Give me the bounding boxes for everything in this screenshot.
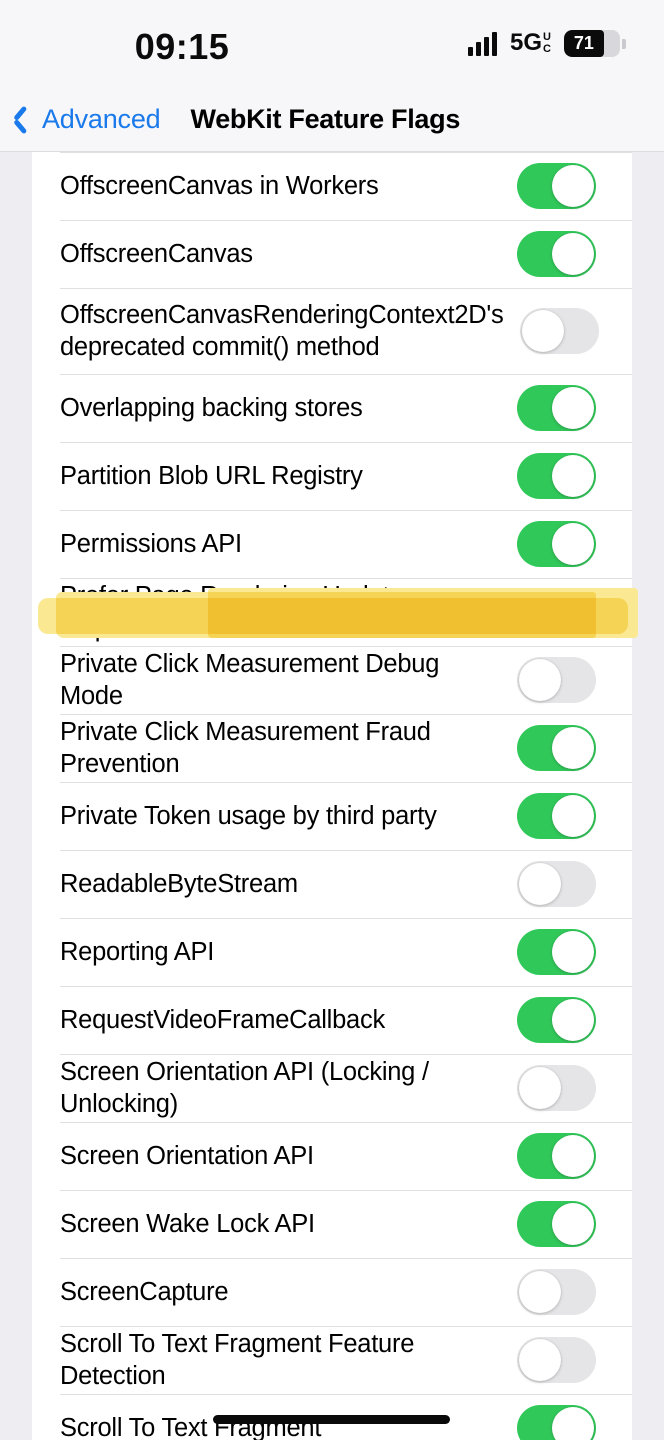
battery-cap (622, 38, 626, 49)
feature-flag-toggle[interactable] (517, 1065, 596, 1111)
feature-flag-row[interactable]: Partition Blob URL Registry (32, 442, 632, 510)
toggle-knob (552, 1407, 594, 1440)
toggle-knob (552, 727, 594, 769)
toggle-knob (552, 1203, 594, 1245)
feature-flag-label: OffscreenCanvasRenderingContext2D's depr… (60, 300, 504, 361)
feature-flag-label: RequestVideoFrameCallback (60, 1005, 385, 1034)
toggle-knob (519, 591, 561, 633)
cellular-bars-icon (468, 31, 498, 56)
feature-flag-label: OffscreenCanvas (60, 239, 253, 268)
feature-flag-row[interactable]: Screen Orientation API (Locking / Unlock… (32, 1054, 632, 1122)
toggle-knob (552, 455, 594, 497)
feature-flag-row[interactable]: Scroll To Text Fragment Feature Detectio… (32, 1326, 632, 1394)
feature-flag-row[interactable]: ReadableByteStream (32, 850, 632, 918)
feature-flag-label: Private Token usage by third party (60, 801, 437, 830)
toggle-knob (552, 387, 594, 429)
toggle-knob (519, 659, 561, 701)
settings-scroll-area[interactable]: OffscreenCanvas in Workers OffscreenCanva… (0, 152, 664, 1440)
feature-flag-toggle[interactable] (517, 163, 596, 209)
toggle-knob (519, 1339, 561, 1381)
page-title: WebKit Feature Flags (190, 104, 461, 134)
feature-flag-toggle[interactable] (517, 997, 596, 1043)
feature-flag-row[interactable]: Screen Orientation API (32, 1122, 632, 1190)
feature-flag-label: Partition Blob URL Registry (60, 461, 363, 490)
feature-flag-row[interactable]: Private Click Measurement Fraud Preventi… (32, 714, 632, 782)
feature-flag-row[interactable]: OffscreenCanvas in Workers (32, 152, 632, 220)
feature-flag-toggle[interactable] (517, 929, 596, 975)
toggle-knob (521, 310, 564, 352)
feature-flag-label: Screen Wake Lock API (60, 1209, 315, 1238)
feature-flag-label: ScreenCapture (60, 1277, 229, 1306)
toggle-knob (552, 523, 594, 565)
feature-flag-toggle[interactable] (519, 308, 599, 354)
feature-flag-label: Screen Orientation API (60, 1141, 314, 1170)
status-bar: 09:15 5G U C 71 (0, 0, 664, 88)
feature-flag-label: Screen Orientation API (Locking / Unlock… (60, 1057, 429, 1118)
feature-flag-label: Private Click Measurement Fraud Preventi… (60, 717, 431, 778)
status-indicators: 5G U C 71 (468, 30, 626, 57)
toggle-knob (519, 863, 561, 905)
toggle-knob (552, 1135, 594, 1177)
feature-flag-list: OffscreenCanvas in Workers OffscreenCanva… (32, 152, 638, 1440)
navigation-bar: Advanced WebKit Feature Flags (0, 88, 664, 152)
feature-flag-row[interactable]: Private Click Measurement Debug Mode (32, 646, 632, 714)
feature-flag-toggle[interactable] (517, 231, 596, 277)
battery-percent-label: 71 (573, 33, 594, 53)
feature-flag-toggle[interactable] (517, 725, 596, 771)
feature-flag-label: Reporting API (60, 937, 215, 966)
network-type-text: 5G (510, 29, 543, 57)
back-button-label: Advanced (42, 104, 161, 134)
feature-flag-row[interactable]: ScreenCapture (32, 1258, 632, 1326)
network-sub: C (543, 43, 551, 55)
toggle-knob (519, 1271, 561, 1313)
toggle-knob (552, 165, 594, 207)
chevron-left-icon (16, 105, 33, 135)
feature-flag-toggle[interactable] (517, 1405, 596, 1440)
feature-flag-toggle[interactable] (517, 1337, 596, 1383)
feature-flag-toggle[interactable] (517, 1133, 596, 1179)
toggle-knob (552, 931, 594, 973)
feature-flag-label: Permissions API (60, 529, 242, 558)
feature-flag-toggle[interactable] (517, 589, 596, 635)
battery-icon: 71 (564, 30, 626, 57)
toggle-knob (552, 999, 594, 1041)
feature-flag-toggle[interactable] (517, 521, 596, 567)
feature-flag-toggle[interactable] (517, 1269, 596, 1315)
feature-flag-label: ReadableByteStream (60, 869, 298, 898)
toggle-knob (552, 795, 594, 837)
feature-flag-toggle[interactable] (517, 793, 596, 839)
feature-flag-row[interactable]: Screen Wake Lock API (32, 1190, 632, 1258)
feature-flag-row[interactable]: Private Token usage by third party (32, 782, 632, 850)
toggle-knob (552, 233, 594, 275)
feature-flag-row[interactable]: Prefer Page Rendering Updates near 60fps (32, 578, 638, 646)
feature-flag-label: Scroll To Text Fragment Feature Detectio… (60, 1329, 415, 1390)
feature-flag-row[interactable]: RequestVideoFrameCallback (32, 986, 632, 1054)
feature-flag-toggle[interactable] (517, 453, 596, 499)
toggle-knob (519, 1067, 561, 1109)
feature-flag-label: Overlapping backing stores (60, 393, 363, 422)
feature-flag-label: OffscreenCanvas in Workers (60, 171, 379, 200)
home-indicator-bar (213, 1415, 450, 1424)
feature-flag-row[interactable]: OffscreenCanvasRenderingContext2D's depr… (32, 288, 632, 374)
network-type-suffix: U C (543, 32, 551, 55)
iphone-screen: 09:15 5G U C 71 Advanced WebKit Feature … (0, 0, 664, 1440)
feature-flag-row[interactable]: Reporting API (32, 918, 632, 986)
feature-flag-row[interactable]: Permissions API (32, 510, 632, 578)
feature-flag-toggle[interactable] (517, 1201, 596, 1247)
feature-flag-toggle[interactable] (517, 861, 596, 907)
feature-flag-row[interactable]: Overlapping backing stores (32, 374, 632, 442)
back-button[interactable]: Advanced (16, 104, 161, 135)
network-type-label: 5G U C (510, 31, 551, 55)
feature-flag-row[interactable]: OffscreenCanvas (32, 220, 632, 288)
feature-flag-toggle[interactable] (517, 657, 596, 703)
battery-body: 71 (564, 30, 620, 57)
feature-flag-label: Private Click Measurement Debug Mode (60, 649, 440, 710)
feature-flag-toggle[interactable] (517, 385, 596, 431)
feature-flag-label: Prefer Page Rendering Updates near 60fps (60, 581, 473, 642)
